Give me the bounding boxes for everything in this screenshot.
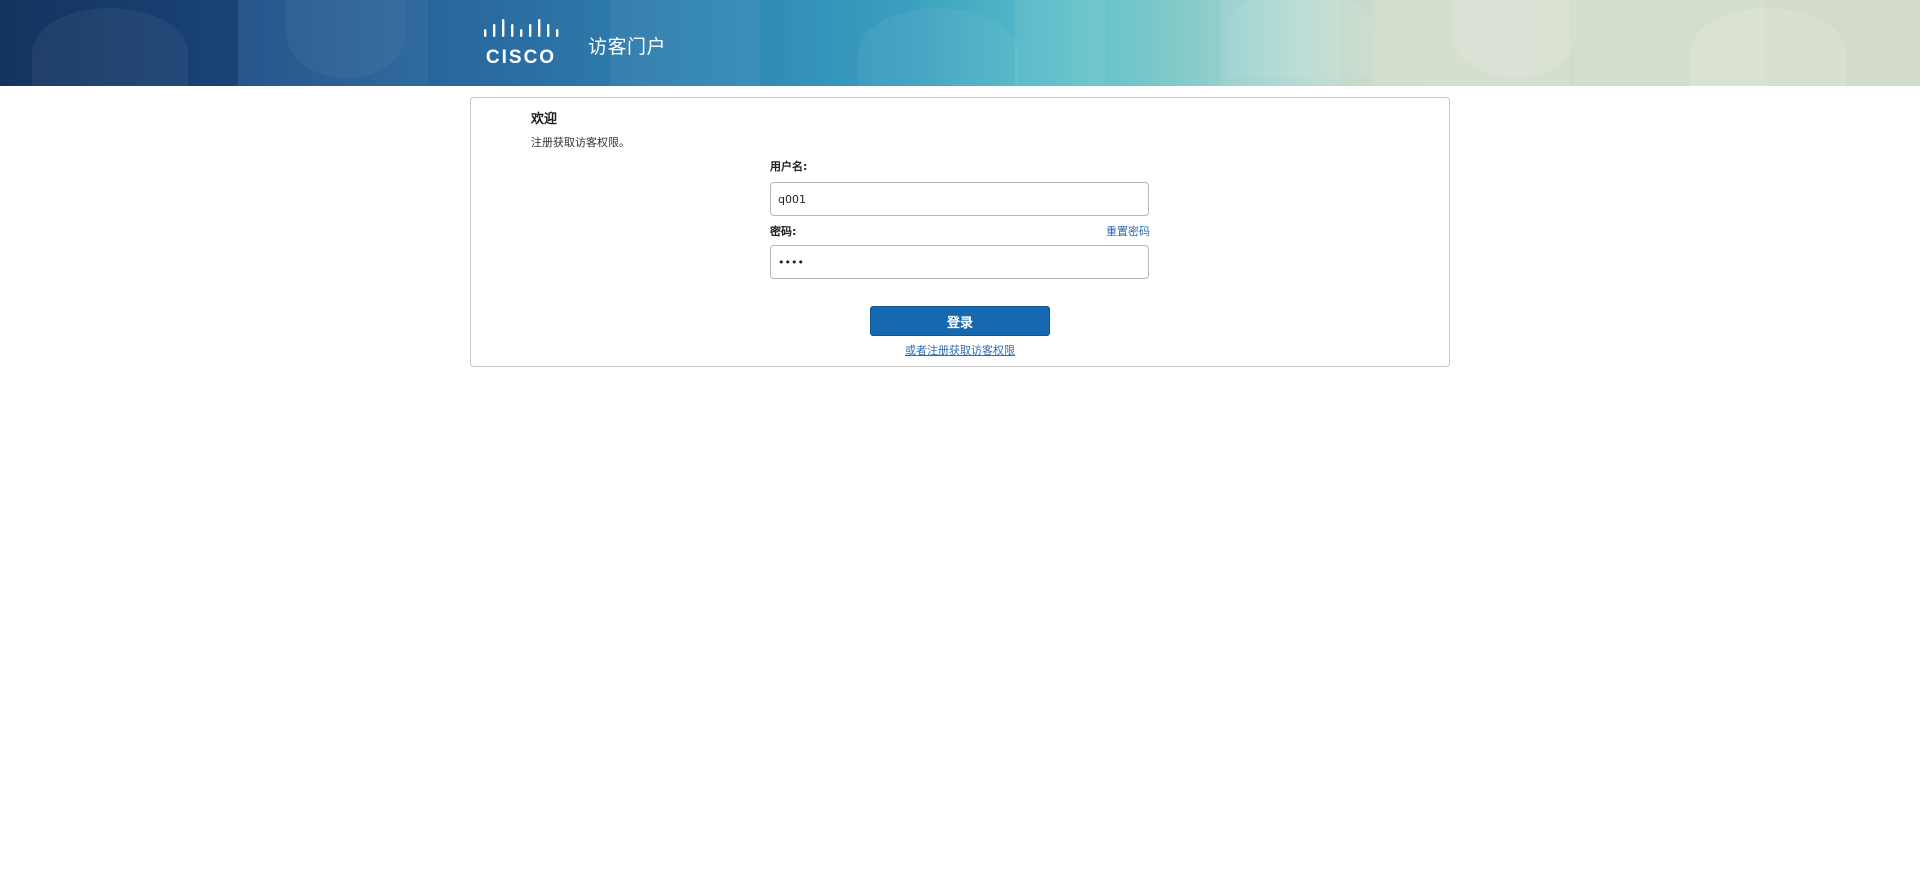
login-button[interactable]: 登录: [870, 306, 1050, 336]
banner-arch: [858, 8, 1018, 86]
username-input[interactable]: [770, 182, 1149, 216]
cisco-logo: CISCO: [484, 19, 559, 67]
header-banner: CISCO 访客门户: [0, 0, 1920, 86]
banner-stripe: [1015, 0, 1105, 86]
password-input[interactable]: [770, 245, 1149, 279]
welcome-title: 欢迎: [531, 112, 558, 127]
password-label: 密码:: [770, 225, 797, 238]
register-link[interactable]: 或者注册获取访客权限: [870, 344, 1050, 358]
username-label: 用户名:: [770, 160, 808, 173]
cisco-wordmark: CISCO: [486, 47, 556, 67]
login-card: 欢迎 注册获取访客权限。 用户名: 密码: 重置密码 登录 或者注册获取访客权限: [470, 97, 1450, 367]
banner-arch: [1225, 0, 1375, 78]
reset-password-link[interactable]: 重置密码: [1106, 225, 1150, 239]
portal-title: 访客门户: [588, 36, 667, 58]
cisco-bars-icon: [484, 19, 559, 37]
welcome-subtitle: 注册获取访客权限。: [531, 136, 630, 149]
banner-arch: [1690, 8, 1846, 86]
